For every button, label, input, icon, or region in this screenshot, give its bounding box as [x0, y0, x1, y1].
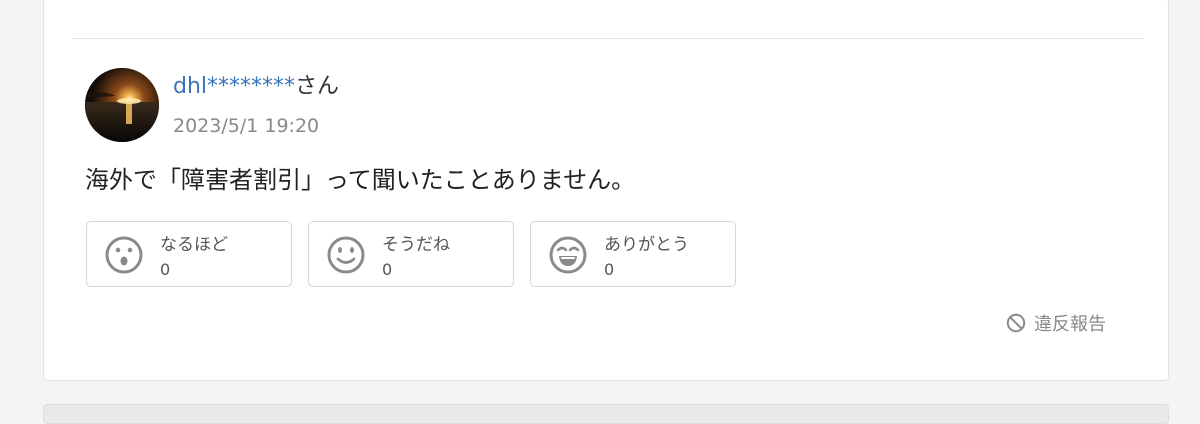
reaction-count: 0: [604, 260, 615, 279]
next-comment-card: [43, 404, 1169, 424]
reaction-label: なるほど: [160, 235, 228, 255]
prohibited-icon: [1006, 313, 1026, 333]
post-timestamp: 2023/5/1 19:20: [173, 115, 320, 137]
reaction-count: 0: [160, 260, 171, 279]
reaction-count: 0: [382, 260, 393, 279]
reaction-naruhodo-button[interactable]: なるほど 0: [86, 221, 292, 287]
divider: [72, 38, 1143, 39]
report-label: 違反報告: [1034, 314, 1106, 335]
comment-text: 海外で「障害者割引」って聞いたことありません。: [85, 166, 636, 194]
comment-card: dhl********さん 2023/5/1 19:20 海外で「障害者割引」っ…: [43, 0, 1169, 381]
sunset-photo: [85, 68, 159, 142]
reaction-label: ありがとう: [604, 235, 689, 255]
smile-face-icon: [327, 236, 365, 274]
username: dhl********さん: [173, 72, 339, 102]
grin-face-icon: [549, 236, 587, 274]
reaction-arigatou-button[interactable]: ありがとう 0: [530, 221, 736, 287]
report-link[interactable]: 違反報告: [1006, 310, 1106, 336]
reaction-soudane-button[interactable]: そうだね 0: [308, 221, 514, 287]
reaction-label: そうだね: [382, 235, 450, 255]
avatar[interactable]: [85, 68, 159, 142]
username-link[interactable]: dhl********: [173, 74, 295, 99]
username-suffix: さん: [295, 74, 340, 99]
surprised-face-icon: [105, 236, 143, 274]
